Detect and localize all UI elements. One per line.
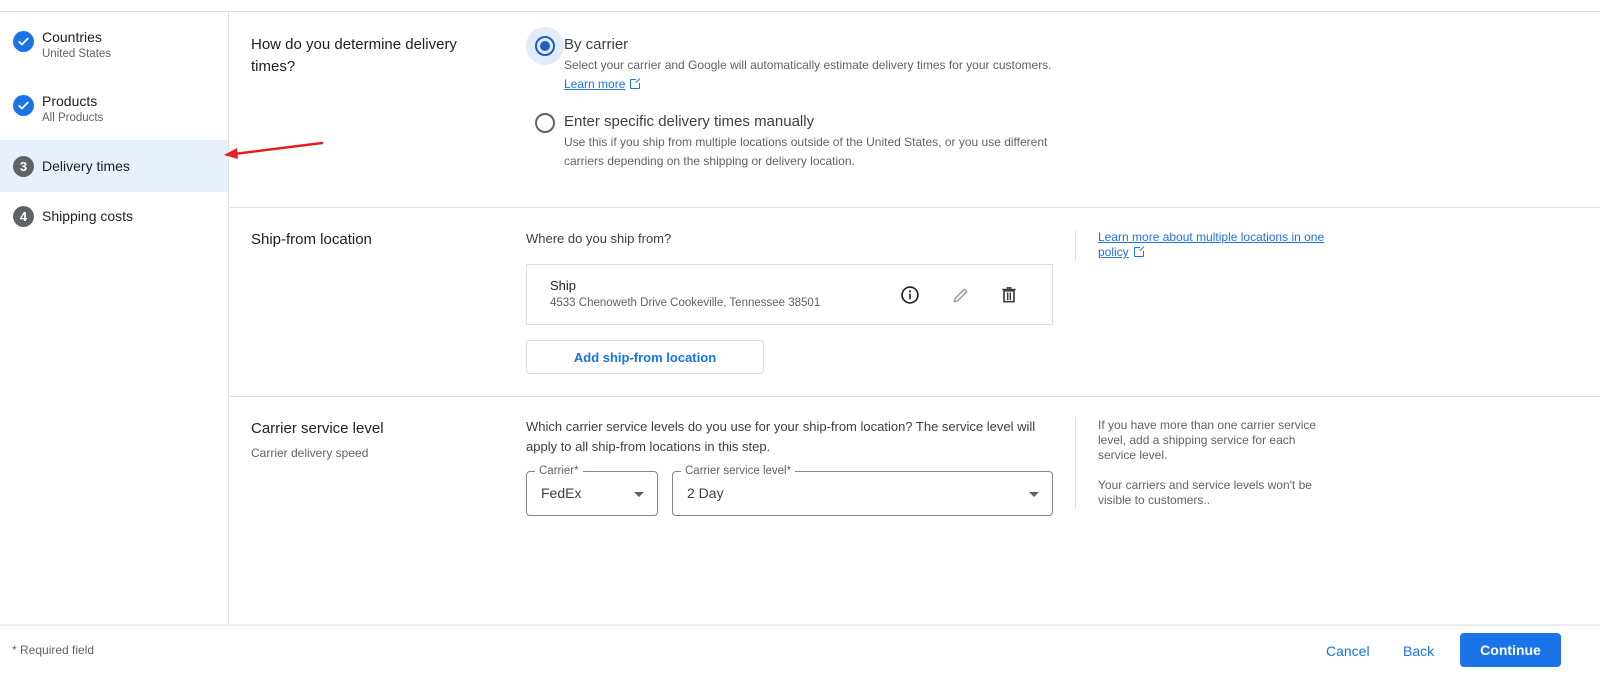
step-sublabel: All Products [42, 112, 104, 124]
step-products[interactable]: Products All Products [0, 92, 228, 132]
external-link-icon [1133, 246, 1145, 257]
step-label: Delivery times [42, 158, 130, 174]
step-label: Countries [42, 29, 102, 45]
delete-trash-icon[interactable] [998, 284, 1020, 306]
step-number-badge: 4 [13, 206, 34, 227]
carrier-select-value: FedEx [541, 485, 582, 501]
step-number-badge: 3 [13, 155, 34, 177]
step-countries[interactable]: Countries United States [0, 28, 228, 68]
location-address: 4533 Chenoweth Drive Cookeville, Tenness… [550, 297, 821, 309]
service-level-select-label: Carrier service level* [681, 464, 796, 478]
carrier-service-question: Which carrier service levels do you use … [526, 419, 1036, 454]
ship-from-question: Where do you ship from? [526, 231, 672, 246]
info-icon[interactable] [899, 284, 921, 306]
external-link-icon [630, 78, 642, 89]
carrier-service-subtitle: Carrier delivery speed [251, 446, 369, 460]
dropdown-caret-icon [1029, 492, 1039, 497]
check-icon [13, 95, 34, 116]
back-button[interactable]: Back [1403, 639, 1434, 663]
check-icon [13, 31, 34, 52]
note-paragraph: Your carriers and service levels won't b… [1098, 478, 1312, 507]
carrier-service-note: If you have more than one carrier servic… [1075, 418, 1335, 508]
radio-by-carrier[interactable] [535, 36, 555, 56]
stepper-sidebar: Countries United States Products All Pro… [0, 12, 229, 624]
carrier-select[interactable]: Carrier* FedEx [526, 464, 658, 516]
add-ship-from-location-button[interactable]: Add ship-from location [526, 340, 764, 374]
carrier-service-title: Carrier service level [251, 420, 384, 437]
note-paragraph: If you have more than one carrier servic… [1098, 418, 1317, 462]
option-title: By carrier [564, 36, 629, 53]
learn-more-link[interactable]: Learn more [564, 77, 625, 91]
step-delivery-times[interactable]: 3 Delivery times [0, 140, 228, 192]
radio-manual[interactable] [535, 113, 555, 133]
option-by-carrier[interactable]: By carrier Select your carrier and Googl… [526, 27, 1052, 94]
step-shipping-costs[interactable]: 4 Shipping costs [0, 206, 228, 230]
step-sublabel: United States [42, 48, 112, 60]
step-label: Products [42, 93, 98, 109]
dropdown-caret-icon [634, 492, 644, 497]
continue-button[interactable]: Continue [1460, 633, 1561, 667]
carrier-select-label: Carrier* [535, 464, 583, 478]
service-level-select-value: 2 Day [687, 485, 724, 501]
edit-pencil-icon[interactable] [950, 284, 972, 306]
option-manual[interactable]: Enter specific delivery times manually U… [526, 111, 1064, 171]
location-name: Ship [550, 278, 577, 293]
required-field-note: * Required field [12, 643, 95, 657]
multi-location-learn-more-link[interactable]: Learn more about multiple locations in o… [1098, 230, 1324, 259]
option-title: Enter specific delivery times manually [564, 113, 815, 130]
option-description: Use this if you ship from multiple locat… [564, 135, 1048, 168]
carrier-service-level-select[interactable]: Carrier service level* 2 Day [672, 464, 1053, 516]
footer-bar: * Required field Cancel Back Continue [0, 624, 1600, 684]
cancel-button[interactable]: Cancel [1326, 639, 1370, 663]
delivery-method-title: How do you determine delivery times? [251, 36, 457, 75]
step-label: Shipping costs [42, 208, 134, 224]
ship-from-title: Ship-from location [251, 231, 372, 248]
multi-location-note: Learn more about multiple locations in o… [1075, 230, 1335, 260]
location-card: Ship 4533 Chenoweth Drive Cookeville, Te… [526, 264, 1053, 325]
option-description: Select your carrier and Google will auto… [564, 58, 1052, 72]
